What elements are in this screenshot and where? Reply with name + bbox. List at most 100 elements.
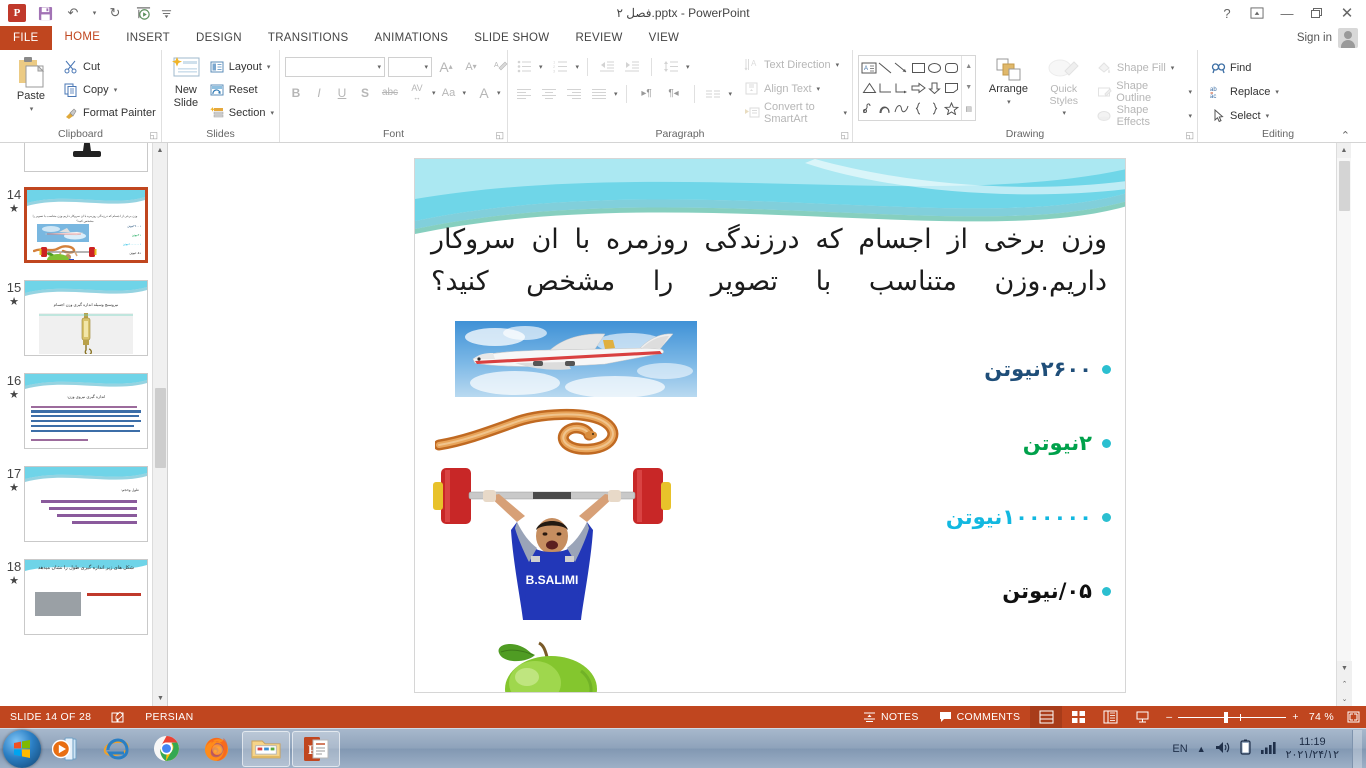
thumbnail-scrollbar[interactable]: ▲ ▼ bbox=[152, 143, 167, 706]
taskbar-powerpoint[interactable]: P bbox=[292, 731, 340, 767]
collapse-ribbon-button[interactable]: ⌃ bbox=[1341, 129, 1350, 142]
restore-button[interactable] bbox=[1302, 2, 1332, 24]
section-button[interactable]: Section ▾ bbox=[209, 102, 274, 123]
thumbnail-item-18[interactable]: 18★ شکل های زیر اندازه گیری طول را نشان … bbox=[0, 554, 167, 635]
tray-show-hidden-icons[interactable]: ▲ bbox=[1197, 744, 1206, 754]
columns2-dropdown-icon[interactable]: ▾ bbox=[729, 90, 733, 98]
notes-button[interactable]: NOTES bbox=[853, 706, 929, 728]
select-button[interactable]: Select ▾ bbox=[1210, 105, 1279, 126]
strikethrough-button[interactable]: abc bbox=[377, 82, 403, 103]
drawing-dialog-launcher[interactable]: ◱ bbox=[1185, 130, 1194, 141]
network-signal-icon[interactable] bbox=[1261, 740, 1277, 758]
shape-rounded-rectangle-icon[interactable] bbox=[943, 58, 959, 78]
shape-effects-button[interactable]: Shape Effects ▾ bbox=[1097, 105, 1192, 126]
previous-slide-button[interactable]: ⌃ bbox=[1337, 676, 1352, 691]
current-slide[interactable]: وزن برخی از اجسام که درزندگی روزمره با ا… bbox=[414, 158, 1126, 693]
slide-title-text[interactable]: وزن برخی از اجسام که درزندگی روزمره با ا… bbox=[431, 219, 1107, 303]
bullets-button[interactable] bbox=[513, 56, 535, 77]
bullet-item[interactable]: ۲۶۰۰نیوتن bbox=[871, 332, 1111, 406]
spelling-status[interactable] bbox=[101, 706, 135, 728]
decrease-font-size-button[interactable]: A▾ bbox=[460, 56, 482, 77]
thumbnail-frame[interactable]: طول وحجم: bbox=[24, 466, 148, 542]
thumbnail-frame[interactable]: شکل های زیر اندازه گیری طول را نشان میده… bbox=[24, 559, 148, 635]
shapes-more-icon[interactable]: ▤ bbox=[962, 99, 975, 120]
comments-button[interactable]: COMMENTS bbox=[929, 706, 1031, 728]
format-painter-button[interactable]: Format Painter bbox=[63, 102, 156, 123]
shape-elbow-connector-icon[interactable] bbox=[877, 78, 893, 98]
align-center-button[interactable] bbox=[538, 83, 560, 104]
clock[interactable]: 11:19 ۲۰۲۱/۲۴/۱۲ bbox=[1286, 736, 1339, 762]
numbering-button[interactable]: 123 bbox=[550, 56, 572, 77]
save-icon[interactable] bbox=[32, 2, 58, 24]
find-button[interactable]: Find bbox=[1210, 57, 1279, 78]
show-desktop-button[interactable] bbox=[1352, 730, 1362, 768]
slide-scroll-up-icon[interactable]: ▲ bbox=[1337, 143, 1351, 158]
select-dropdown-icon[interactable]: ▾ bbox=[1266, 112, 1270, 120]
shape-arc-icon[interactable] bbox=[877, 98, 893, 118]
slide-scrollbar[interactable]: ▲ ▼ ⌃ ⌄ bbox=[1336, 143, 1351, 706]
ribbon-display-options-icon[interactable] bbox=[1242, 2, 1272, 24]
align-text-dropdown-icon[interactable]: ▾ bbox=[817, 85, 821, 93]
shape-fill-button[interactable]: Shape Fill ▾ bbox=[1097, 57, 1192, 78]
start-button[interactable] bbox=[3, 730, 41, 768]
font-color-button[interactable]: A bbox=[473, 82, 495, 103]
taskbar-firefox[interactable] bbox=[192, 731, 240, 767]
tab-slide-show[interactable]: SLIDE SHOW bbox=[461, 26, 562, 50]
zoom-out-button[interactable]: – bbox=[1166, 711, 1172, 723]
shape-curve-icon[interactable] bbox=[894, 98, 910, 118]
thumbnail-frame-selected[interactable]: وزن برخی از اجسام که درزندگی روزمره با ا… bbox=[24, 187, 148, 263]
decrease-indent-button[interactable] bbox=[596, 56, 618, 77]
thumbnail-item-14[interactable]: 14★ وزن برخی از اجسام که درزندگی روزمره … bbox=[0, 182, 167, 263]
taskbar-internet-explorer[interactable] bbox=[92, 731, 140, 767]
layout-button[interactable]: Layout ▾ bbox=[209, 56, 274, 77]
thumbnail-frame[interactable]: اندازه گیری نیروی وزن: bbox=[24, 373, 148, 449]
zoom-knob[interactable] bbox=[1224, 712, 1228, 723]
text-direction-button[interactable]: A Text Direction ▾ bbox=[744, 54, 847, 75]
tray-language[interactable]: EN bbox=[1172, 743, 1187, 755]
shape-down-arrow-icon[interactable] bbox=[926, 78, 942, 98]
zoom-track[interactable] bbox=[1178, 717, 1286, 718]
numbering-dropdown-icon[interactable]: ▾ bbox=[576, 63, 580, 71]
slideshow-view-button[interactable] bbox=[1126, 706, 1158, 728]
slide-thumbnail-pane[interactable]: 13★ bbox=[0, 143, 168, 706]
tab-animations[interactable]: ANIMATIONS bbox=[362, 26, 462, 50]
tab-review[interactable]: REVIEW bbox=[562, 26, 635, 50]
slide-scroll-down-icon[interactable]: ▼ bbox=[1337, 661, 1352, 676]
layout-dropdown-icon[interactable]: ▾ bbox=[267, 63, 271, 71]
arrange-dropdown-icon[interactable]: ▾ bbox=[1007, 96, 1011, 109]
character-spacing-button[interactable]: AV↔ bbox=[404, 82, 430, 103]
shapes-gallery-scrollbar[interactable]: ▲ ▼ ▤ bbox=[961, 56, 975, 120]
tab-design[interactable]: DESIGN bbox=[183, 26, 255, 50]
shape-rectangle-icon[interactable] bbox=[910, 58, 926, 78]
bullet-item[interactable]: ۲نیوتن bbox=[871, 406, 1111, 480]
character-spacing-dropdown-icon[interactable]: ▾ bbox=[432, 89, 436, 97]
rtl-text-direction-button[interactable]: ¶◂ bbox=[662, 83, 686, 104]
paragraph-dialog-launcher[interactable]: ◱ bbox=[840, 130, 849, 141]
airplane-photo[interactable] bbox=[455, 321, 697, 397]
slide-bullet-list[interactable]: ۲۶۰۰نیوتن ۲نیوتن ۱۰۰۰۰۰۰نیوتن ۰۵/نیوتن bbox=[871, 332, 1111, 628]
copy-dropdown-icon[interactable]: ▾ bbox=[114, 86, 118, 94]
bullet-item[interactable]: ۰۵/نیوتن bbox=[871, 554, 1111, 628]
slide-canvas-area[interactable]: وزن برخی از اجسام که درزندگی روزمره با ا… bbox=[168, 143, 1351, 706]
tab-insert[interactable]: INSERT bbox=[113, 26, 183, 50]
shape-elbow-arrow-icon[interactable] bbox=[894, 78, 910, 98]
replace-dropdown-icon[interactable]: ▾ bbox=[1275, 88, 1279, 96]
shape-effects-dropdown-icon[interactable]: ▾ bbox=[1189, 112, 1193, 120]
next-slide-button[interactable]: ⌄ bbox=[1337, 691, 1352, 706]
weightlifter-photo[interactable]: B.SALIMI bbox=[433, 452, 671, 627]
paste-dropdown-icon[interactable]: ▾ bbox=[30, 103, 34, 116]
font-name-dropdown-icon[interactable]: ▾ bbox=[377, 63, 381, 71]
quick-styles-button[interactable]: Quick Styles ▾ bbox=[1037, 55, 1091, 120]
bullet-item[interactable]: ۱۰۰۰۰۰۰نیوتن bbox=[871, 480, 1111, 554]
thumbnail-item-13[interactable]: 13★ bbox=[0, 143, 167, 172]
shape-outline-dropdown-icon[interactable]: ▾ bbox=[1189, 88, 1193, 96]
align-text-button[interactable]: Align Text ▾ bbox=[744, 78, 847, 99]
font-size-input[interactable]: ▾ bbox=[388, 57, 432, 77]
thumbnail-scroll-up-icon[interactable]: ▲ bbox=[153, 143, 167, 158]
columns-button[interactable] bbox=[703, 83, 725, 104]
quick-styles-dropdown-icon[interactable]: ▾ bbox=[1063, 107, 1067, 120]
customize-qat-icon[interactable] bbox=[158, 2, 174, 24]
shape-star-icon[interactable] bbox=[943, 98, 959, 118]
shape-fill-dropdown-icon[interactable]: ▾ bbox=[1171, 64, 1175, 72]
shape-right-arrow-icon[interactable] bbox=[910, 78, 926, 98]
